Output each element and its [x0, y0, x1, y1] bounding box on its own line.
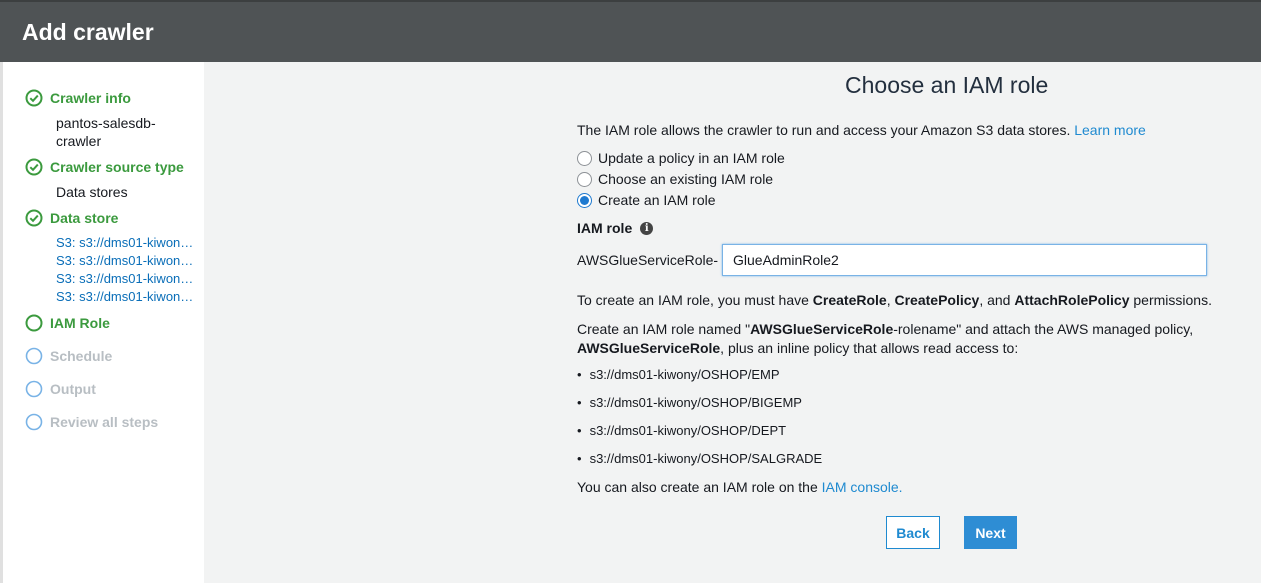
step-label: Schedule: [50, 348, 113, 364]
role-prefix: AWSGlueServiceRole-: [577, 252, 719, 268]
step-data-store[interactable]: Data store: [25, 209, 118, 227]
learn-more-link[interactable]: Learn more: [1074, 122, 1146, 138]
page-header: Add crawler: [0, 0, 1261, 62]
back-button[interactable]: Back: [886, 516, 940, 549]
step-label: Crawler info: [50, 90, 131, 106]
role-name-input[interactable]: [722, 244, 1207, 276]
wizard-sidebar: Crawler info pantos-salesdb- crawler Cra…: [0, 62, 204, 583]
source-type-value: Data stores: [56, 184, 128, 200]
iam-role-label: IAM role i: [577, 220, 654, 236]
s3-path-item: s3://dms01-kiwony/OSHOP/BIGEMP: [577, 395, 802, 410]
main-content: Choose an IAM role The IAM role allows t…: [204, 62, 1261, 583]
radio-circle[interactable]: [577, 171, 592, 187]
permissions-text: To create an IAM role, you must have Cre…: [577, 291, 1212, 310]
create-text: Create an IAM role named ": [577, 321, 751, 337]
step-label: Review all steps: [50, 414, 159, 430]
s3-path-item: s3://dms01-kiwony/OSHOP/DEPT: [577, 423, 787, 438]
step-iam-role[interactable]: IAM Role: [25, 314, 110, 332]
ring-icon: [25, 413, 43, 431]
create-text: -rolename" and attach the AWS managed po…: [893, 321, 1194, 337]
perm-create-policy: CreatePolicy: [894, 292, 980, 308]
s3-path-item: s3://dms01-kiwony/OSHOP/SALGRADE: [577, 451, 823, 466]
step-label: IAM Role: [50, 315, 110, 331]
radio-create-role[interactable]: Create an IAM role: [577, 192, 716, 208]
crawler-name-line2: crawler: [56, 133, 102, 149]
step-label: Crawler source type: [50, 159, 184, 175]
create-role-text: Create an IAM role named "AWSGlueService…: [577, 320, 1237, 358]
step-label: Output: [50, 381, 96, 397]
next-button[interactable]: Next: [964, 516, 1017, 549]
perm-attach-role-policy: AttachRolePolicy: [1014, 292, 1130, 308]
perm-create-role: CreateRole: [812, 292, 887, 308]
info-icon[interactable]: i: [640, 221, 654, 235]
data-store-link[interactable]: S3: s3://dms01-kiwony/OSHOP/EMP: [56, 234, 196, 252]
radio-circle[interactable]: [577, 150, 592, 166]
ring-icon: [25, 314, 43, 332]
step-crawler-source-type[interactable]: Crawler source type: [25, 158, 184, 176]
iam-role-label-text: IAM role: [577, 220, 633, 236]
ring-icon: [25, 347, 43, 365]
data-store-link[interactable]: S3: s3://dms01-kiwony/OSHOP/SALGRADE: [56, 288, 196, 306]
radio-update-policy[interactable]: Update a policy in an IAM role: [577, 150, 785, 166]
check-circle-icon: [25, 89, 43, 107]
radio-choose-existing[interactable]: Choose an existing IAM role: [577, 171, 773, 187]
intro-text: The IAM role allows the crawler to run a…: [577, 121, 1146, 140]
step-output: Output: [25, 380, 96, 398]
check-circle-icon: [25, 209, 43, 227]
step-crawler-info[interactable]: Crawler info: [25, 89, 131, 107]
step-label: Data store: [50, 210, 119, 226]
radio-circle-selected[interactable]: [577, 192, 592, 208]
intro-text-body: The IAM role allows the crawler to run a…: [577, 122, 1071, 138]
perm-text: To create an IAM role, you must have: [577, 292, 813, 308]
data-store-link[interactable]: S3: s3://dms01-kiwony/OSHOP/BIGEMP: [56, 252, 196, 270]
radio-label: Update a policy in an IAM role: [598, 150, 785, 166]
crawler-name: pantos-salesdb- crawler: [56, 114, 196, 150]
check-circle-icon: [25, 158, 43, 176]
step-schedule: Schedule: [25, 347, 112, 365]
ring-icon: [25, 380, 43, 398]
console-text-body: You can also create an IAM role on the: [577, 479, 822, 495]
console-text: You can also create an IAM role on the I…: [577, 478, 903, 497]
data-store-link[interactable]: S3: s3://dms01-kiwony/OSHOP/DEPT: [56, 270, 196, 288]
perm-sep: , and: [979, 292, 1015, 308]
crawler-name-line1: pantos-salesdb-: [56, 115, 156, 131]
perm-text: permissions.: [1129, 292, 1212, 308]
radio-label: Choose an existing IAM role: [598, 171, 774, 187]
create-managed-policy: AWSGlueServiceRole: [577, 340, 721, 356]
iam-console-link[interactable]: IAM console.: [822, 479, 903, 495]
page-title: Add crawler: [22, 19, 154, 45]
section-title-text: Choose an IAM role: [845, 72, 1049, 98]
create-text: , plus an inline policy that allows read…: [720, 340, 1019, 356]
s3-path-item: s3://dms01-kiwony/OSHOP/EMP: [577, 367, 780, 382]
create-role-name: AWSGlueServiceRole: [750, 321, 894, 337]
radio-label: Create an IAM role: [598, 192, 716, 208]
step-review: Review all steps: [25, 413, 158, 431]
